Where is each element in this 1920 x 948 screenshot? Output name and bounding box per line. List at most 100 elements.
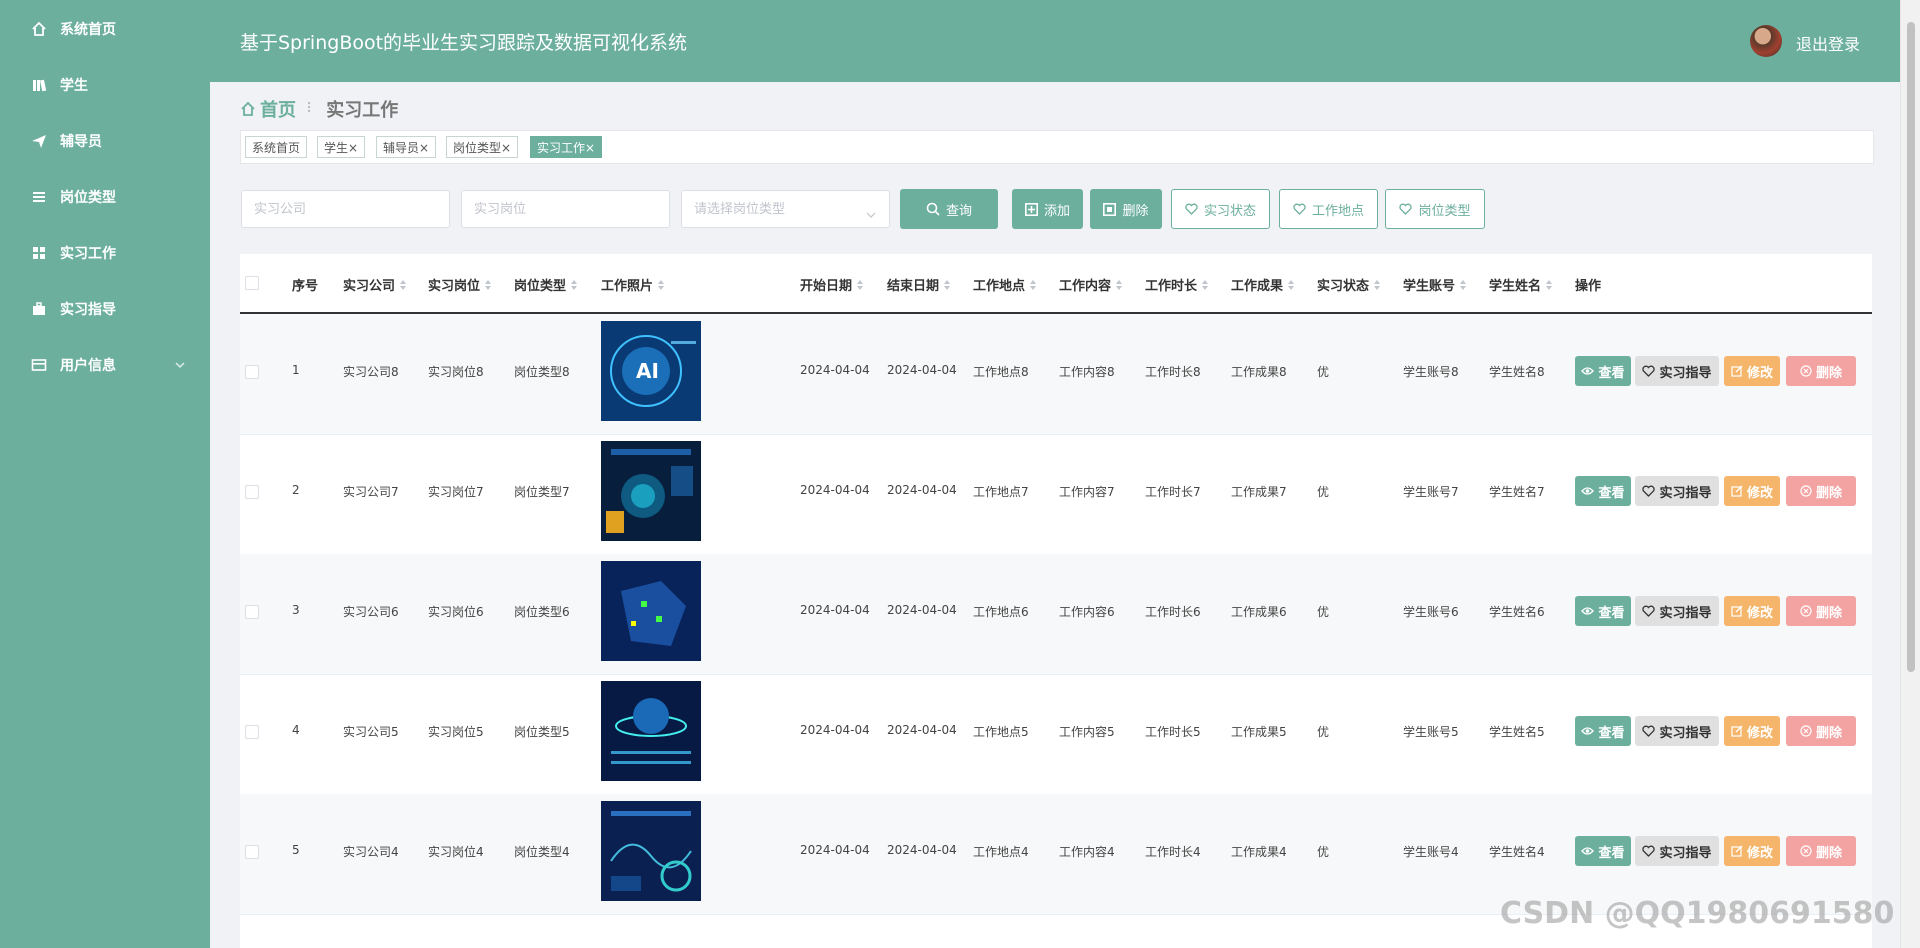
row-checkbox[interactable] xyxy=(245,485,259,499)
edit-button[interactable]: 修改 xyxy=(1724,356,1780,386)
header-type[interactable]: 岗位类型 xyxy=(514,275,578,294)
delete-button[interactable]: 删除 xyxy=(1786,476,1856,506)
cell-start-date: 2024-04-04 xyxy=(800,483,870,497)
sidebar-item-user-info[interactable]: 用户信息 xyxy=(0,345,210,385)
row-checkbox[interactable] xyxy=(245,605,259,619)
stat-type-button[interactable]: 岗位类型 xyxy=(1385,189,1485,229)
query-button[interactable]: 查询 xyxy=(900,189,998,229)
guide-button[interactable]: 实习指导 xyxy=(1635,596,1719,626)
sidebar-item-label: 学生 xyxy=(60,78,88,94)
svg-text:AI: AI xyxy=(636,359,659,383)
heart-icon xyxy=(1642,365,1656,377)
edit-button[interactable]: 修改 xyxy=(1724,596,1780,626)
edit-button[interactable]: 修改 xyxy=(1724,716,1780,746)
sidebar-item-label: 实习指导 xyxy=(60,302,116,318)
guide-button[interactable]: 实习指导 xyxy=(1635,356,1719,386)
batch-delete-button[interactable]: 删除 xyxy=(1090,189,1162,229)
header-result[interactable]: 工作成果 xyxy=(1231,275,1295,294)
view-button[interactable]: 查看 xyxy=(1575,476,1631,506)
header-company[interactable]: 实习公司 xyxy=(343,275,407,294)
cell-account: 学生账号6 xyxy=(1403,605,1459,619)
cell-start-date: 2024-04-04 xyxy=(800,723,870,737)
cell-start-date: 2024-04-04 xyxy=(800,843,870,857)
select-all-checkbox[interactable] xyxy=(245,276,259,290)
header-content[interactable]: 工作内容 xyxy=(1059,275,1123,294)
table-row[interactable]: 4 实习公司5 实习岗位5 岗位类型5 2024-04-04 2024-04-04 工作地点… xyxy=(240,674,1872,795)
tag-position-types[interactable]: 岗位类型× xyxy=(446,136,519,158)
header-photo[interactable]: 工作照片 xyxy=(601,275,665,294)
work-photo[interactable] xyxy=(601,681,701,781)
header-account[interactable]: 学生账号 xyxy=(1403,275,1467,294)
cell-status: 优 xyxy=(1317,365,1330,379)
scrollbar-thumb[interactable] xyxy=(1907,22,1915,672)
sidebar-item-home[interactable]: 系统首页 xyxy=(0,9,210,49)
card-icon xyxy=(30,356,48,374)
guide-button[interactable]: 实习指导 xyxy=(1635,836,1719,866)
position-search-input[interactable] xyxy=(461,190,670,228)
header-end-date[interactable]: 结束日期 xyxy=(887,275,951,294)
view-button[interactable]: 查看 xyxy=(1575,596,1631,626)
delete-button[interactable]: 删除 xyxy=(1786,716,1856,746)
header-status[interactable]: 实习状态 xyxy=(1317,275,1381,294)
header-name[interactable]: 学生姓名 xyxy=(1489,275,1553,294)
logout-link[interactable]: 退出登录 xyxy=(1796,31,1860,55)
work-photo[interactable] xyxy=(601,441,701,541)
cell-name: 学生姓名8 xyxy=(1489,365,1545,379)
delete-button[interactable]: 删除 xyxy=(1786,596,1856,626)
add-button[interactable]: 添加 xyxy=(1012,189,1083,229)
work-photo[interactable]: AI xyxy=(601,321,701,421)
header-position[interactable]: 实习岗位 xyxy=(428,275,492,294)
tag-internship-work[interactable]: 实习工作× xyxy=(530,136,603,158)
delete-button[interactable]: 删除 xyxy=(1786,356,1856,386)
view-button[interactable]: 查看 xyxy=(1575,356,1631,386)
delete-button[interactable]: 删除 xyxy=(1786,836,1856,866)
sidebar-item-internship-guidance[interactable]: 实习指导 xyxy=(0,289,210,329)
tag-home[interactable]: 系统首页 xyxy=(245,136,308,158)
row-checkbox[interactable] xyxy=(245,725,259,739)
table-row[interactable]: 3 实习公司6 实习岗位6 岗位类型6 2024-04-04 2024-04-04 工作地点… xyxy=(240,554,1872,675)
cell-type: 岗位类型8 xyxy=(514,365,570,379)
view-button[interactable]: 查看 xyxy=(1575,716,1631,746)
table-row[interactable]: 1 实习公司8 实习岗位8 岗位类型8 2024-04-04 2024-04-04 工作地点… xyxy=(240,314,1872,435)
edit-button[interactable]: 修改 xyxy=(1724,836,1780,866)
sidebar-item-position-types[interactable]: 岗位类型 xyxy=(0,177,210,217)
cell-type: 岗位类型4 xyxy=(514,845,570,859)
cell-end-date: 2024-04-04 xyxy=(887,723,957,737)
sort-icon xyxy=(1202,279,1209,290)
heart-icon xyxy=(1293,203,1306,215)
tag-counselors[interactable]: 辅导员× xyxy=(376,136,437,158)
row-checkbox[interactable] xyxy=(245,845,259,859)
breadcrumb-home[interactable]: 首页 xyxy=(240,96,296,122)
sidebar-item-counselors[interactable]: 辅导员 xyxy=(0,121,210,161)
heart-icon xyxy=(1642,725,1656,737)
guide-button[interactable]: 实习指导 xyxy=(1635,476,1719,506)
work-photo[interactable] xyxy=(601,561,701,661)
chevron-down-icon xyxy=(866,205,876,218)
header-location[interactable]: 工作地点 xyxy=(973,275,1037,294)
sidebar-item-students[interactable]: 学生 xyxy=(0,65,210,105)
chevron-down-icon[interactable] xyxy=(172,357,188,373)
company-search-input[interactable] xyxy=(241,190,450,228)
briefcase-icon xyxy=(30,300,48,318)
sidebar-item-internship-work[interactable]: 实习工作 xyxy=(0,233,210,273)
position-type-select[interactable] xyxy=(681,190,890,228)
table-row[interactable]: 2 实习公司7 实习岗位7 岗位类型7 2024-04-04 2024-04-04 工作地点… xyxy=(240,434,1872,555)
edit-icon xyxy=(1731,365,1743,377)
view-button[interactable]: 查看 xyxy=(1575,836,1631,866)
stat-status-button[interactable]: 实习状态 xyxy=(1171,189,1270,229)
cell-result: 工作成果5 xyxy=(1231,725,1287,739)
cell-name: 学生姓名7 xyxy=(1489,485,1545,499)
guide-button[interactable]: 实习指导 xyxy=(1635,716,1719,746)
page-scrollbar[interactable] xyxy=(1900,0,1920,948)
sort-icon xyxy=(1116,279,1123,290)
work-photo[interactable] xyxy=(601,801,701,901)
header-start-date[interactable]: 开始日期 xyxy=(800,275,864,294)
list-icon xyxy=(30,188,48,206)
row-checkbox[interactable] xyxy=(245,365,259,379)
cell-end-date: 2024-04-04 xyxy=(887,483,957,497)
tag-students[interactable]: 学生× xyxy=(317,136,366,158)
header-duration[interactable]: 工作时长 xyxy=(1145,275,1209,294)
avatar[interactable] xyxy=(1750,25,1782,57)
edit-button[interactable]: 修改 xyxy=(1724,476,1780,506)
stat-location-button[interactable]: 工作地点 xyxy=(1279,189,1378,229)
